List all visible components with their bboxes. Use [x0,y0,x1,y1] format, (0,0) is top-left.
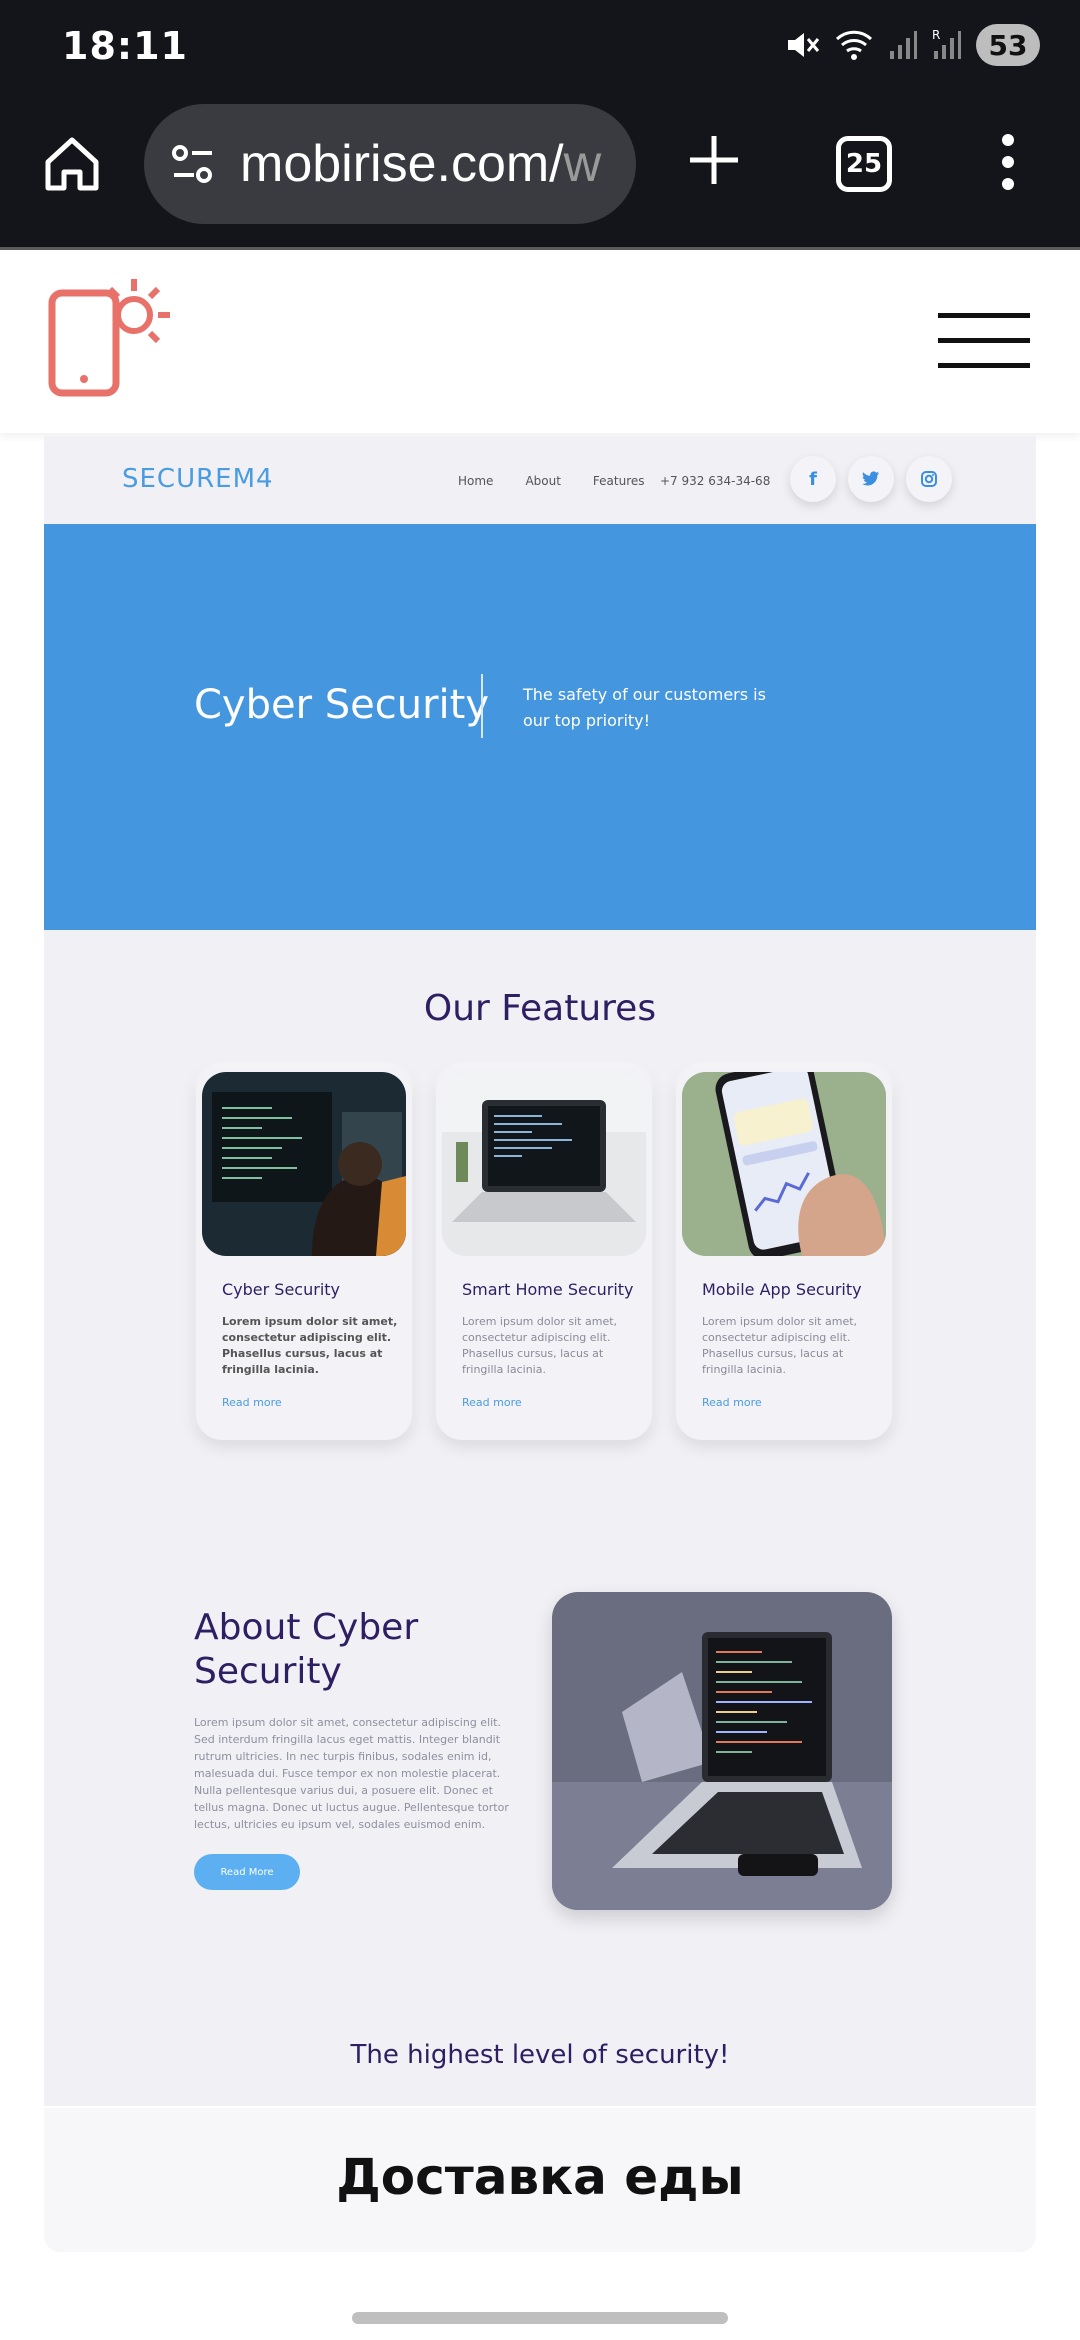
social-links: f [790,456,952,502]
feature-card: Smart Home Security Lorem ipsum dolor si… [436,1066,652,1440]
wifi-icon [835,30,873,60]
new-tab-icon[interactable] [684,130,744,190]
nav-home[interactable]: Home [458,474,493,488]
status-bar: 18:11 R 53 [0,0,1080,100]
nav-features[interactable]: Features [593,474,645,488]
card-text: Lorem ipsum dolor sit amet, consectetur … [222,1315,398,1376]
url-faded: w [563,135,602,193]
card-image-laptop [442,1072,646,1256]
hero-divider [481,674,483,738]
facebook-icon[interactable]: f [790,456,836,502]
site-settings-icon[interactable] [168,139,218,189]
about-title: About Cyber Security [194,1607,419,1692]
about-text: Lorem ipsum dolor sit amet, consectetur … [194,1716,509,1831]
about-read-more-button[interactable]: Read More [194,1854,300,1890]
status-icons: R 53 [784,24,1040,66]
tab-switcher-button[interactable]: 25 [836,136,892,192]
about-image-laptop-sofa [552,1592,892,1910]
svg-text:R: R [932,28,940,42]
card-image-phone-app [682,1072,886,1256]
nav-about[interactable]: About [525,474,560,488]
card-title: Mobile App Security [702,1280,862,1299]
browser-toolbar: mobirise.com/w 25 [0,100,1080,250]
url-text: mobirise.com/w [240,134,601,194]
instagram-icon[interactable] [906,456,952,502]
site-header [0,253,1080,433]
card-read-more-link[interactable]: Read more [702,1396,762,1409]
hero-text: The safety of our customers is our top p… [523,685,766,730]
hamburger-menu-icon[interactable] [938,313,1030,369]
more-menu-icon[interactable] [996,130,1020,194]
security-level-title: The highest level of security! [350,2040,730,2070]
card-title: Smart Home Security [462,1280,634,1299]
card-text: Lorem ipsum dolor sit amet, consectetur … [702,1315,858,1376]
battery-indicator: 53 [976,24,1040,66]
feature-card: Cyber Security Lorem ipsum dolor sit ame… [196,1066,412,1440]
card-read-more-link[interactable]: Read more [222,1396,282,1409]
card-read-more-link[interactable]: Read more [462,1396,522,1409]
url-main: mobirise.com/ [240,135,564,193]
signal-icon [890,31,917,59]
card-title: Cyber Security [222,1280,341,1299]
gesture-navigation-bar[interactable] [352,2312,728,2324]
bottom-banner[interactable]: Доставка еды [44,2108,1036,2252]
card-text: Lorem ipsum dolor sit amet, consectetur … [462,1315,618,1376]
bottom-banner-text: Доставка еды [336,2148,744,2206]
nav-phone[interactable]: +7 932 634-34-68 [660,474,770,488]
card-image-coding-person [202,1072,406,1256]
address-bar[interactable]: mobirise.com/w [144,104,636,224]
mute-icon [788,33,820,57]
status-time: 18:11 [62,24,188,68]
home-icon[interactable] [40,132,104,196]
preview-brand[interactable]: SECUREM4 [122,464,274,494]
mobirise-logo-icon[interactable] [46,275,174,403]
preview-navbar: SECUREM4 Home About Features +7 932 634-… [44,436,1036,524]
feature-card: Mobile App Security Lorem ipsum dolor si… [676,1066,892,1440]
preview-nav-links: Home About Features [458,474,645,488]
hero-title: Cyber Security [194,682,490,728]
site-preview: SECUREM4 Home About Features +7 932 634-… [44,436,1036,2106]
signal-roaming-icon: R [932,28,961,59]
hero-section: Cyber Security The safety of our custome… [44,524,1036,930]
features-title: Our Features [423,988,657,1029]
twitter-icon[interactable] [848,456,894,502]
